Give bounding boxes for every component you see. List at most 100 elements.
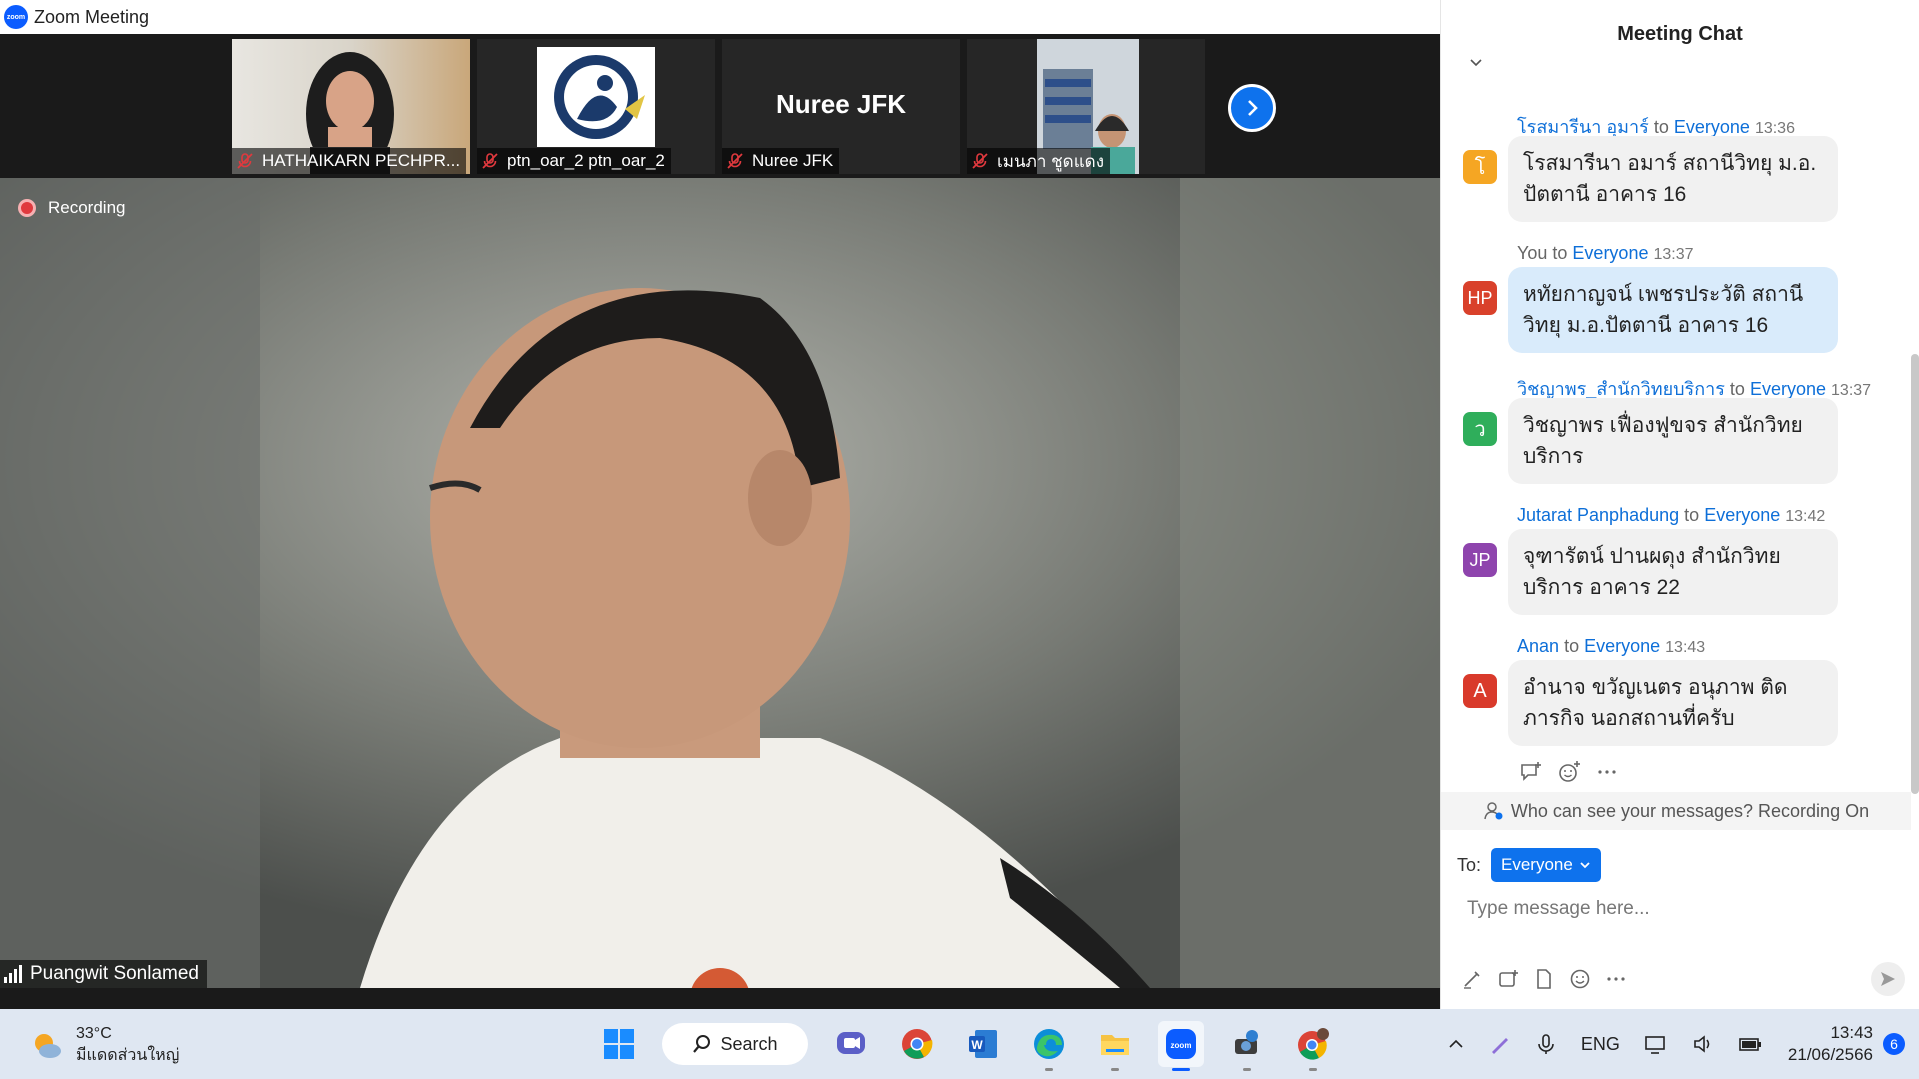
edge-app[interactable] xyxy=(1026,1021,1072,1071)
to-label: to xyxy=(1552,243,1568,263)
sender-name: You xyxy=(1517,243,1548,263)
sender-name[interactable]: โรสมารีนา อุมาร์ xyxy=(1517,117,1649,137)
message-meta: You to Everyone 13:37 xyxy=(1517,243,1694,264)
message-time: 13:43 xyxy=(1665,639,1706,656)
recipient-dropdown[interactable]: Everyone xyxy=(1491,848,1601,882)
signal-strength-icon xyxy=(4,965,22,983)
word-icon: W xyxy=(969,1030,997,1058)
screenshot-icon[interactable] xyxy=(1497,968,1519,990)
more-options-icon[interactable] xyxy=(1605,968,1627,990)
participant-thumb[interactable]: Nuree JFK Nuree JFK xyxy=(722,39,960,174)
camera-app-icon xyxy=(1235,1030,1258,1054)
zoom-icon: zoom xyxy=(1166,1029,1196,1059)
notification-badge[interactable]: 6 xyxy=(1883,1033,1905,1055)
recipient-row: To: Everyone xyxy=(1457,848,1601,882)
file-explorer-app[interactable] xyxy=(1092,1021,1138,1071)
chrome-icon xyxy=(902,1029,933,1059)
recipient-name: Everyone xyxy=(1749,379,1826,399)
format-text-icon[interactable] xyxy=(1461,968,1483,990)
sender-name[interactable]: วิชญาพร_สำนักวิทยบริการ xyxy=(1517,379,1725,399)
muted-mic-icon xyxy=(972,153,988,169)
participant-thumb[interactable]: เมนภา ชูดแดง xyxy=(967,39,1205,174)
recipient-value: Everyone xyxy=(1501,855,1573,874)
chrome-app[interactable] xyxy=(894,1021,940,1067)
running-indicator xyxy=(1243,1068,1251,1071)
recipient-name: Everyone xyxy=(1673,117,1750,137)
to-label: to xyxy=(1564,636,1580,656)
chevron-right-icon xyxy=(1248,100,1258,116)
chevron-down-icon xyxy=(1580,862,1590,869)
weather-description: มีแดดส่วนใหญ่ xyxy=(76,1047,180,1064)
battery-button[interactable] xyxy=(1738,1033,1764,1055)
avatar: HP xyxy=(1463,281,1497,315)
message-bubble[interactable]: หทัยกาญจน์ เพชรประวัติ สถานีวิทยุ ม.อ.ปั… xyxy=(1508,267,1838,353)
participant-thumb[interactable]: HATHAIKARN PECHPR... xyxy=(232,39,470,174)
privacy-text: Who can see your messages? Recording On xyxy=(1510,800,1870,821)
battery-icon xyxy=(1739,1038,1761,1051)
message-bubble[interactable]: จุฑารัตน์ ปานผดุง สำนักวิทย บริการ อาคาร… xyxy=(1508,529,1838,615)
sender-name[interactable]: Anan xyxy=(1517,636,1559,656)
participant-name-tag: Nuree JFK xyxy=(722,148,840,174)
chat-app-icon xyxy=(837,1032,865,1054)
file-icon[interactable] xyxy=(1533,968,1555,990)
participant-name-tag: เมนภา ชูดแดง xyxy=(967,148,1110,174)
message-bubble[interactable]: โรสมารีนา อมาร์ สถานีวิทยุ ม.อ. ปัตตานี … xyxy=(1508,136,1838,222)
running-indicator xyxy=(1309,1068,1317,1071)
muted-mic-icon xyxy=(482,153,498,169)
window-title: Zoom Meeting xyxy=(34,6,150,27)
network-icon xyxy=(1645,1036,1665,1054)
avatar: A xyxy=(1463,674,1497,708)
teams-chat-app[interactable] xyxy=(828,1021,874,1067)
recording-indicator[interactable]: Recording xyxy=(18,198,126,218)
weather-widget[interactable]: 33°C มีแดดส่วนใหญ่ xyxy=(30,1023,179,1067)
start-button[interactable] xyxy=(596,1021,642,1067)
clock-date: 21/06/2566 xyxy=(1787,1045,1873,1064)
microphone-button[interactable] xyxy=(1535,1033,1557,1055)
send-button[interactable] xyxy=(1871,962,1905,996)
to-label: to xyxy=(1729,379,1745,399)
clock[interactable]: 13:43 21/06/2566 xyxy=(1788,1022,1873,1066)
avatar: JP xyxy=(1463,543,1497,577)
recording-label: Recording xyxy=(48,198,126,217)
zoom-app[interactable]: zoom xyxy=(1158,1021,1204,1071)
edge-icon xyxy=(1034,1029,1064,1059)
pen-menu-button[interactable] xyxy=(1489,1033,1511,1055)
line-app[interactable] xyxy=(1224,1021,1270,1071)
active-speaker-video: Recording Puangwit Sonlamed xyxy=(0,178,1440,988)
search-icon xyxy=(693,1035,711,1053)
speaker-name-tag: Puangwit Sonlamed xyxy=(0,960,207,988)
taskbar-search[interactable]: Search xyxy=(662,1023,808,1065)
message-meta: Anan to Everyone 13:43 xyxy=(1517,636,1705,657)
privacy-notice[interactable]: Who can see your messages? Recording On xyxy=(1441,792,1911,830)
next-page-button[interactable] xyxy=(1228,84,1276,132)
message-bubble[interactable]: วิชญาพร เฟื่องฟูขจร สำนักวิทย บริการ xyxy=(1508,398,1838,484)
participant-strip: HATHAIKARN PECHPR... ptn_oar_2 ptn_oar_2… xyxy=(0,34,1440,178)
volume-button[interactable] xyxy=(1692,1033,1714,1055)
show-hidden-icons-button[interactable] xyxy=(1447,1035,1465,1053)
reply-thread-icon[interactable] xyxy=(1519,760,1543,784)
participant-name-tag: HATHAIKARN PECHPR... xyxy=(232,148,467,174)
windows-taskbar: 33°C มีแดดส่วนใหญ่ Search W zoom ENG 13:… xyxy=(0,1009,1919,1079)
network-button[interactable] xyxy=(1644,1033,1668,1055)
message-time: 13:42 xyxy=(1785,508,1826,525)
chrome-profile-app[interactable] xyxy=(1290,1021,1336,1071)
chat-scrollbar[interactable] xyxy=(1911,354,1919,794)
chat-header: Meeting Chat xyxy=(1441,0,1919,68)
chrome-icon xyxy=(1298,1028,1329,1060)
participant-thumb[interactable]: ptn_oar_2 ptn_oar_2 xyxy=(477,39,715,174)
folder-icon xyxy=(1101,1035,1129,1055)
weather-temperature: 33°C xyxy=(76,1025,112,1042)
word-app[interactable]: W xyxy=(960,1021,1006,1067)
chevron-down-icon[interactable] xyxy=(1469,56,1483,70)
message-input[interactable] xyxy=(1467,892,1887,926)
emoji-icon[interactable] xyxy=(1569,968,1591,990)
avatar: ว xyxy=(1463,412,1497,446)
add-reaction-icon[interactable] xyxy=(1557,760,1581,784)
more-options-icon[interactable] xyxy=(1595,760,1619,784)
message-bubble[interactable]: อำนาจ ขวัญเนตร อนุภาพ ติด ภารกิจ นอกสถาน… xyxy=(1508,660,1838,746)
participant-name: เมนภา ชูดแดง xyxy=(997,151,1104,171)
participant-name-tag: ptn_oar_2 ptn_oar_2 xyxy=(477,148,671,174)
language-indicator[interactable]: ENG xyxy=(1581,1034,1620,1055)
zoom-logo-icon: zoom xyxy=(4,5,28,29)
sender-name[interactable]: Jutarat Panphadung xyxy=(1517,505,1679,525)
